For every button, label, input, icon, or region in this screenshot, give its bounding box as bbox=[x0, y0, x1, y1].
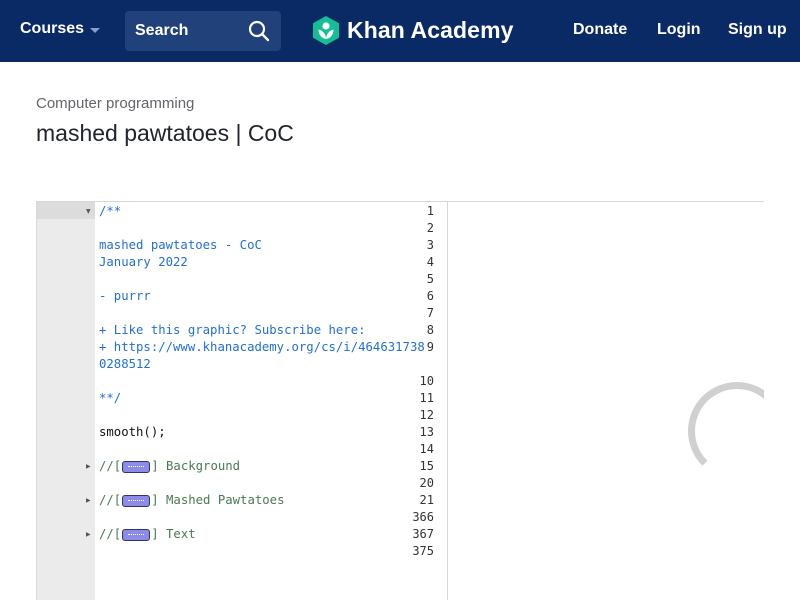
line-number: 8 bbox=[426, 323, 434, 337]
line-number: 367 bbox=[412, 527, 434, 541]
loading-spinner-icon bbox=[688, 382, 764, 480]
logo-text: Khan Academy bbox=[347, 17, 514, 43]
folded-code-line[interactable]: //[ ] Text bbox=[99, 526, 196, 543]
code-line[interactable]: + https://www.khanacademy.org/cs/i/46463… bbox=[99, 339, 425, 356]
fold-widget-icon[interactable] bbox=[122, 460, 151, 473]
line-number: 4 bbox=[426, 255, 434, 269]
search-icon bbox=[248, 20, 270, 42]
program-output-canvas[interactable] bbox=[448, 201, 764, 600]
line-number: 21 bbox=[419, 493, 434, 507]
code-line[interactable]: **/ bbox=[99, 390, 121, 407]
line-number: 12 bbox=[419, 408, 434, 422]
fold-open-arrow-icon[interactable]: ▼ bbox=[86, 203, 91, 220]
folded-code-line[interactable]: //[ ] Mashed Pawtatoes bbox=[99, 492, 284, 509]
fold-widget-icon[interactable] bbox=[122, 528, 151, 541]
line-number: 375 bbox=[412, 544, 434, 558]
fold-prefix: //[ bbox=[99, 459, 122, 473]
khan-academy-logo[interactable]: Khan Academy bbox=[313, 16, 514, 45]
search-label: Search bbox=[135, 22, 189, 39]
code-line[interactable]: mashed pawtatoes - CoC bbox=[99, 237, 262, 254]
login-link[interactable]: Login bbox=[657, 21, 701, 39]
fold-prefix: //[ bbox=[99, 527, 122, 541]
line-number: 3 bbox=[426, 238, 434, 252]
top-navigation-bar: Courses Search Khan Academy Donate Login… bbox=[0, 0, 800, 62]
code-line[interactable]: smooth(); bbox=[99, 424, 166, 441]
line-number: 6 bbox=[426, 289, 434, 303]
fold-label: ] Text bbox=[151, 527, 196, 541]
page-title: mashed pawtatoes | CoC bbox=[36, 120, 294, 146]
line-number: 7 bbox=[426, 306, 434, 320]
chevron-down-icon bbox=[90, 27, 101, 33]
line-number: 11 bbox=[419, 391, 434, 405]
line-number: 20 bbox=[419, 476, 434, 490]
line-number: 10 bbox=[419, 374, 434, 388]
line-number: 5 bbox=[426, 272, 434, 286]
fold-widget-icon[interactable] bbox=[122, 494, 151, 507]
fold-label: ] Background bbox=[151, 459, 241, 473]
line-number: 1 bbox=[426, 204, 434, 218]
fold-closed-arrow-icon[interactable]: ▶ bbox=[86, 526, 91, 543]
code-line[interactable]: January 2022 bbox=[99, 254, 188, 271]
line-number: 366 bbox=[412, 510, 434, 524]
fold-label: ] Mashed Pawtatoes bbox=[151, 493, 285, 507]
code-editor[interactable]: 1 ▼ /** 2 3 mashed pawtatoes - CoC 4 January 20… bbox=[36, 201, 448, 600]
courses-menu-button[interactable]: Courses bbox=[20, 20, 101, 38]
code-line[interactable]: + Like this graphic? Subscribe here: bbox=[99, 322, 366, 339]
breadcrumb[interactable]: Computer programming bbox=[36, 95, 194, 112]
fold-prefix: //[ bbox=[99, 493, 122, 507]
line-number: 2 bbox=[426, 221, 434, 235]
code-line[interactable]: 0288512 bbox=[99, 356, 151, 373]
line-number: 15 bbox=[419, 459, 434, 473]
donate-link[interactable]: Donate bbox=[573, 21, 627, 39]
folded-code-line[interactable]: //[ ] Background bbox=[99, 458, 240, 475]
signup-link[interactable]: Sign up bbox=[728, 21, 787, 39]
line-number: 14 bbox=[419, 442, 434, 456]
courses-label: Courses bbox=[20, 20, 85, 37]
code-line[interactable]: /** bbox=[99, 203, 121, 220]
khan-academy-logo-icon bbox=[313, 16, 339, 45]
code-line[interactable]: - purrr bbox=[99, 288, 151, 305]
line-number: 13 bbox=[419, 425, 434, 439]
search-box[interactable]: Search bbox=[125, 11, 281, 51]
fold-closed-arrow-icon[interactable]: ▶ bbox=[86, 458, 91, 475]
fold-closed-arrow-icon[interactable]: ▶ bbox=[86, 492, 91, 509]
